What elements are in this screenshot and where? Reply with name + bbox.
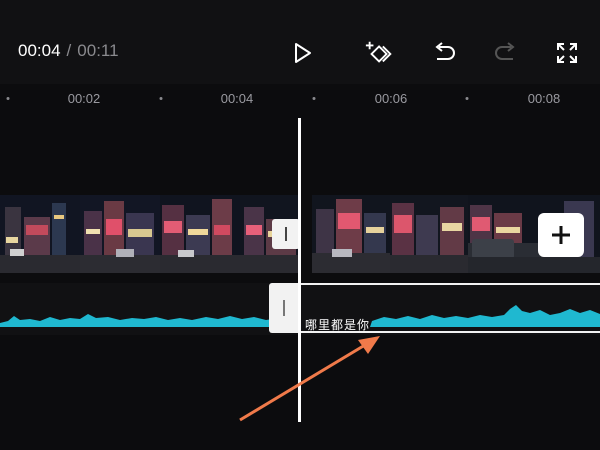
video-thumbnail	[390, 195, 468, 273]
playhead[interactable]	[298, 118, 301, 422]
add-clip-button[interactable]	[538, 213, 584, 257]
trim-handle-grip	[285, 227, 287, 241]
undo-button[interactable]	[428, 38, 460, 68]
plus-icon	[552, 226, 570, 244]
ruler-tick	[465, 97, 469, 100]
redo-button[interactable]	[490, 38, 522, 68]
time-ruler[interactable]: 00:02 00:04 00:06 00:08	[0, 84, 600, 114]
fullscreen-icon	[557, 43, 577, 63]
total-time: 00:11	[77, 41, 119, 60]
time-display: 00:04 / 00:11	[18, 41, 119, 61]
preview-toolbar: 00:04 / 00:11	[0, 0, 600, 84]
current-time: 00:04	[18, 41, 61, 60]
ruler-tick	[6, 97, 10, 100]
ruler-label: 00:04	[220, 91, 254, 106]
trim-handle-grip	[283, 300, 285, 316]
video-thumbnail	[0, 195, 80, 273]
play-icon	[295, 43, 311, 63]
audio-clip-title: 哪里都是你	[305, 318, 371, 332]
video-trim-handle[interactable]	[272, 219, 300, 249]
undo-icon	[435, 42, 455, 60]
ruler-tick	[159, 97, 163, 100]
play-button[interactable]	[286, 38, 318, 68]
redo-icon	[495, 42, 515, 60]
ruler-label: 00:02	[67, 91, 101, 106]
time-separator: /	[66, 41, 72, 60]
ruler-tick	[312, 97, 316, 100]
video-thumbnail	[160, 195, 240, 273]
ruler-label: 00:08	[527, 91, 561, 106]
ruler-label: 00:06	[374, 91, 408, 106]
add-keyframe-icon	[365, 41, 392, 63]
fullscreen-button[interactable]	[551, 38, 583, 68]
audio-trim-handle[interactable]	[269, 283, 299, 333]
keyframe-button[interactable]	[364, 38, 396, 68]
video-thumbnail	[312, 195, 390, 273]
video-thumbnail	[80, 195, 160, 273]
